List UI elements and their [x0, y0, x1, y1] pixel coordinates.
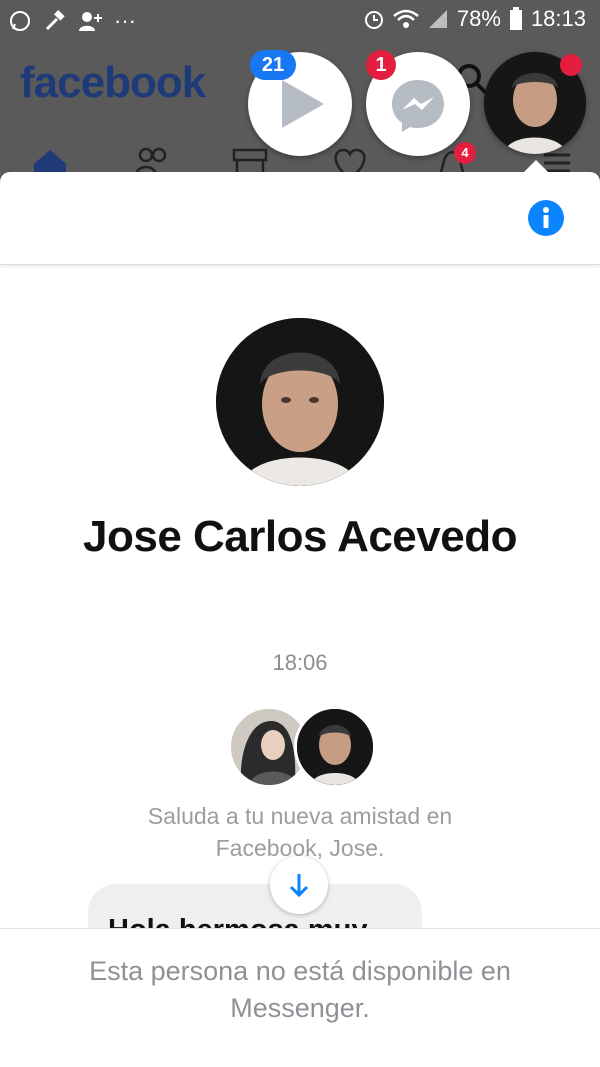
contact-name: Jose Carlos Acevedo	[83, 512, 517, 561]
messenger-count-badge: 1	[366, 50, 396, 80]
avatar	[216, 318, 384, 486]
new-friend-greeting: Saluda a tu nueva amistad en Facebook, J…	[147, 803, 453, 861]
video-count-badge: 21	[250, 50, 296, 80]
alarm-icon	[364, 11, 383, 29]
battery-percent: 78%	[456, 6, 501, 31]
facebook-logo: facebook	[20, 58, 206, 107]
clock: 18:13	[530, 6, 586, 31]
message-timestamp: 18:06	[272, 650, 328, 675]
info-icon[interactable]	[528, 200, 564, 236]
contact-profile-photo[interactable]	[216, 318, 384, 486]
scroll-to-bottom-button[interactable]	[270, 856, 328, 914]
status-right-icons: 78% 18:13	[363, 6, 586, 32]
add-friend-icon	[79, 12, 102, 31]
battery-icon	[509, 7, 522, 30]
more-icon: ···	[114, 8, 136, 33]
status-left-icons: ···	[8, 8, 136, 34]
wifi-icon	[393, 9, 419, 28]
unavailable-footer: Esta persona no está disponible en Messe…	[0, 928, 600, 1067]
chat-panel: Jose Carlos Acevedo 18:06 Saluda a tu nu…	[0, 172, 600, 1067]
avatar	[297, 709, 373, 785]
contact-avatar	[294, 706, 376, 788]
signal-icon	[428, 10, 447, 28]
status-bar: ··· 78% 18:13	[0, 0, 600, 42]
hammer-icon	[45, 10, 65, 31]
unavailable-notice: Esta persona no está disponible en Messe…	[89, 956, 511, 1023]
whatsapp-icon	[10, 11, 30, 31]
arrow-down-icon	[289, 874, 309, 898]
profile-head-badge	[560, 54, 582, 76]
conversation-header	[0, 172, 600, 265]
